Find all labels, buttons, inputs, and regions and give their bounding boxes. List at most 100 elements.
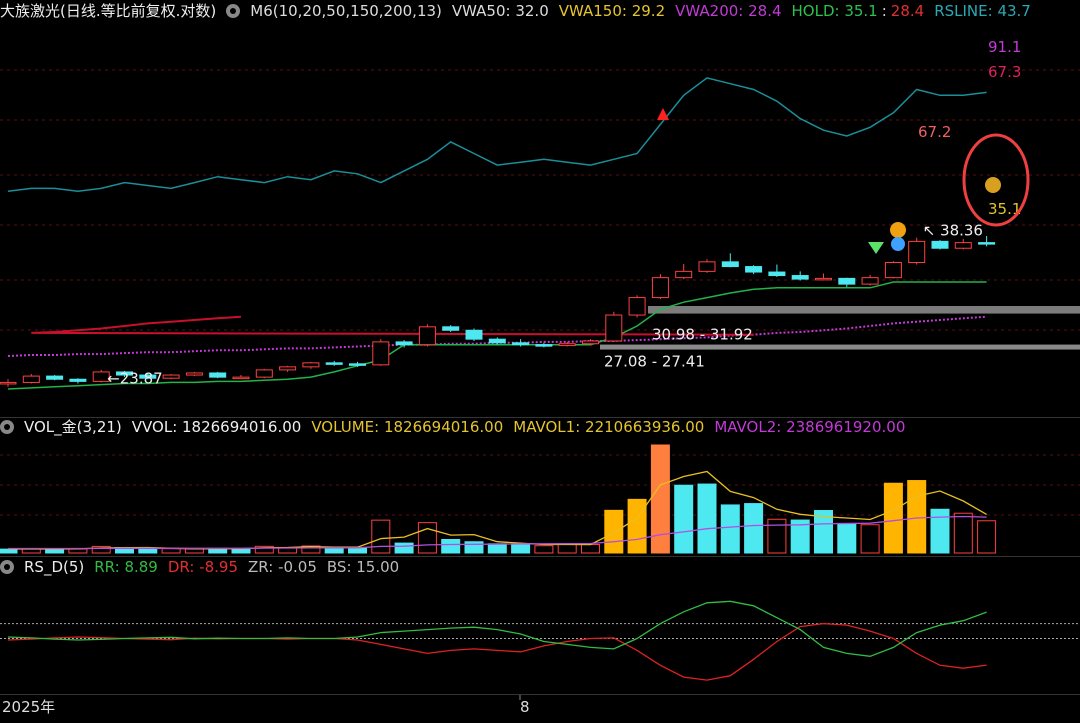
candle-body [442,326,460,331]
zone-label-lower: 27.08 - 27.41 [604,353,705,371]
volume-bar [487,543,507,554]
settings-gear-icon[interactable] [226,4,241,18]
volume-bar [977,520,997,554]
volume-panel-header: VOL_金(3,21) VVOL: 1826694016.00 VOLUME: 18… [0,417,915,437]
volume-bar [627,498,647,554]
candle-body [418,326,436,346]
rsline-line [7,77,987,193]
candle-body [302,362,320,368]
candle-body [46,375,64,380]
mavol2-value: MAVOL2: 2386961920.00 [714,418,906,436]
rs-panel-header: RS_D(5) RR: 8.89 DR: -8.95 ZR: -0.05 BS: 15.… [0,557,409,577]
month-label: 8 [520,698,530,716]
zr-value: ZR: -0.05 [248,558,317,576]
candle-body [698,261,716,272]
vvol-value: VVOL: 1826694016.00 [131,418,302,436]
candle-body [232,376,250,380]
stock-title: 大族激光(日线.等比前复权.对数) [0,2,217,20]
candle-body [0,381,17,385]
candle-body [535,344,553,347]
candle-body [22,375,40,383]
label-67-3: 67.3 [988,63,1021,81]
volume-bar [720,504,740,554]
candle-body [861,277,879,285]
hold-separator: : [881,2,887,20]
rs-settings-gear-icon[interactable] [0,560,14,574]
volume-bar [930,508,950,554]
candle-body [675,270,693,279]
volume-bar [744,503,764,554]
vol-title: VOL_金(3,21) [24,418,122,436]
bs-value: BS: 15.00 [326,558,400,576]
support-zone [648,305,1080,314]
candle-body [721,261,739,268]
candle-body [372,341,390,366]
candle-body [768,271,786,277]
volume-bar [371,519,391,554]
candle-body [488,338,506,344]
volume-bar [883,482,903,554]
candle-body [185,372,203,376]
label-91-1: 91.1 [988,38,1021,56]
candle-body [954,242,972,249]
candle-body [349,363,366,366]
volume-bar [394,542,414,554]
vwa200-value: VWA200: 28.4 [675,2,782,20]
candle-body [605,314,623,342]
candle-body [69,378,87,382]
candle-body [628,297,646,316]
vwa150-value: VWA150: 29.2 [558,2,666,20]
candle-body [255,369,273,378]
volume-value: VOLUME: 1826694016.00 [311,418,504,436]
label-67-2: 67.2 [918,123,951,141]
price-panel-header: 大族激光(日线.等比前复权.对数) M6(10,20,50,150,200,13)… [0,1,1041,21]
volume-bar [184,548,204,554]
candle-body [558,343,576,347]
candle-body [162,374,180,379]
candle-body [815,277,832,281]
volume-bar [348,547,367,554]
candle-body [931,240,949,249]
volume-bar [464,541,484,554]
volume-bar [417,522,437,554]
rr-line [7,600,987,657]
rr-value: RR: 8.89 [94,558,158,576]
candle-body [884,262,902,279]
rsline-value: RSLINE: 43.7 [934,2,1031,20]
volume-bar [860,524,880,554]
volume-bar [604,509,624,554]
volume-bar [767,518,787,554]
volume-bar [138,548,158,554]
rs-title: RS_D(5) [24,558,85,576]
dr-value: DR: -8.95 [167,558,239,576]
chart-canvas[interactable]: ←23.87 30.98 - 31.92 27.08 - 27.41 ↖ 38.36 6… [0,0,1080,723]
diamond-signal-icon [868,242,884,254]
candle-body [745,266,763,273]
volume-bar [907,480,927,554]
volume-bar [674,484,694,554]
label-38-36: ↖ 38.36 [923,222,983,240]
blue-signal-icon [891,237,905,251]
volume-bar [0,548,18,554]
volume-bar [324,547,344,554]
volume-bar [581,544,600,554]
candle-body [791,275,809,280]
candle-body [325,362,343,365]
candle-body [395,341,413,346]
candle-body [209,372,227,378]
candle-body [279,366,297,371]
candle-body [465,329,483,340]
candle-body [512,342,530,346]
volume-bar [697,483,717,554]
vwa50-value: VWA50: 32.0 [451,2,549,20]
candle-body [978,242,996,245]
mavol1-value: MAVOL1: 2210663936.00 [513,418,705,436]
volume-bar [441,539,461,554]
volume-bar [837,522,857,554]
money-bag-icon [985,177,1001,193]
label-23-87: ←23.87 [107,369,163,387]
candle-body [582,340,599,345]
volume-settings-gear-icon[interactable] [0,420,14,434]
sell-triangle-icon [657,108,669,120]
buy-signal-icon [890,222,906,238]
